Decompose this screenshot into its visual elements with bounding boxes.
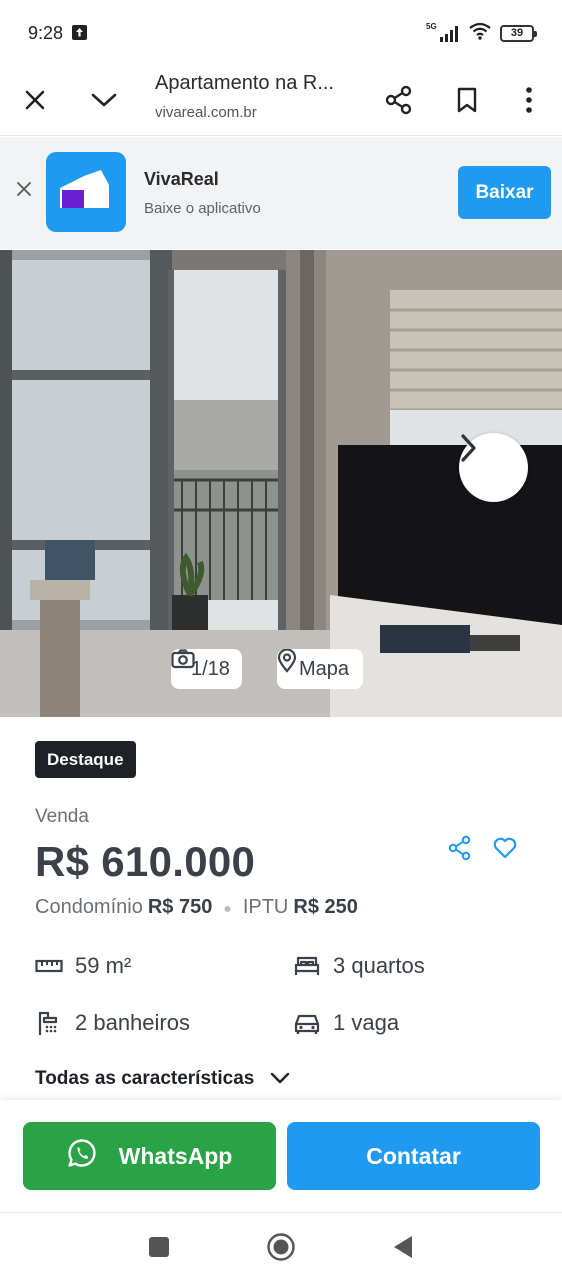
status-bar: 9:28 5G 39 [0,0,562,66]
next-photo-button[interactable] [459,433,528,502]
condo-label: Condomínio [35,896,143,918]
listing-price: R$ 610.000 [35,838,256,885]
listing-photo[interactable]: 1/18 Mapa [0,250,562,717]
signal-icon: 5G [426,22,460,43]
separator-dot: ● [223,900,232,916]
feature-bedrooms: 3 quartos [293,952,425,980]
shower-icon [35,1009,63,1037]
system-navigation-bar [0,1212,562,1280]
chevron-down-icon [270,1068,290,1090]
back-icon[interactable] [387,1231,419,1263]
all-features-toggle[interactable]: Todas as características [35,1068,290,1090]
whatsapp-label: WhatsApp [118,1142,233,1169]
all-features-label: Todas as características [35,1068,255,1089]
photo-counter-text: 1/18 [191,657,230,680]
contact-button[interactable]: Contatar [287,1122,540,1190]
iptu-label: IPTU [242,896,289,918]
page-title: Apartamento na R... [155,72,334,94]
status-time: 9:28 [28,23,64,43]
highlight-badge: Destaque [35,741,136,778]
condo-value: R$ 750 [147,896,213,918]
bed-icon [293,952,321,980]
banner-close-icon[interactable] [12,177,36,201]
ruler-icon [35,952,63,980]
area-value: 59 m² [75,953,132,978]
app-subtitle: Baixe o aplicativo [144,200,261,217]
vivareal-logo-icon [46,152,126,232]
iptu-value: R$ 250 [293,896,358,918]
map-button[interactable]: Mapa [277,649,364,689]
bookmark-icon[interactable] [447,80,487,120]
close-icon[interactable] [15,80,55,120]
share-listing-icon[interactable] [447,835,473,861]
fees-row: Condomínio R$ 750 ● IPTU R$ 250 [35,896,358,919]
bedrooms-value: 3 quartos [333,953,425,978]
car-icon [293,1009,321,1037]
favorite-heart-icon[interactable] [492,835,518,861]
transaction-type: Venda [35,806,89,827]
feature-parking: 1 vaga [293,1009,399,1037]
contact-action-bar: WhatsApp Contatar [0,1100,562,1212]
bathrooms-value: 2 banheiros [75,1010,190,1035]
feature-bathrooms: 2 banheiros [35,1009,190,1037]
recent-apps-icon[interactable] [143,1231,175,1263]
photo-counter[interactable]: 1/18 [171,649,242,689]
whatsapp-icon [67,1138,97,1174]
map-label: Mapa [299,657,350,680]
share-icon[interactable] [379,80,419,120]
app-name: VivaReal [144,169,219,189]
status-indicators: 5G 39 [426,22,537,45]
home-icon[interactable] [265,1231,297,1263]
page-domain: vivareal.com.br [155,104,257,121]
wifi-icon [468,22,492,45]
chevron-down-icon[interactable] [84,80,124,120]
download-app-button[interactable]: Baixar [458,166,551,219]
upload-notification-icon [72,25,87,40]
whatsapp-button[interactable]: WhatsApp [23,1122,276,1190]
feature-area: 59 m² [35,952,131,980]
app-install-banner: VivaReal Baixe o aplicativo Baixar [0,137,562,249]
more-options-icon[interactable] [509,80,549,120]
battery-indicator: 39 [500,25,537,42]
browser-toolbar: Apartamento na R... vivareal.com.br [0,66,562,136]
parking-value: 1 vaga [333,1010,400,1035]
